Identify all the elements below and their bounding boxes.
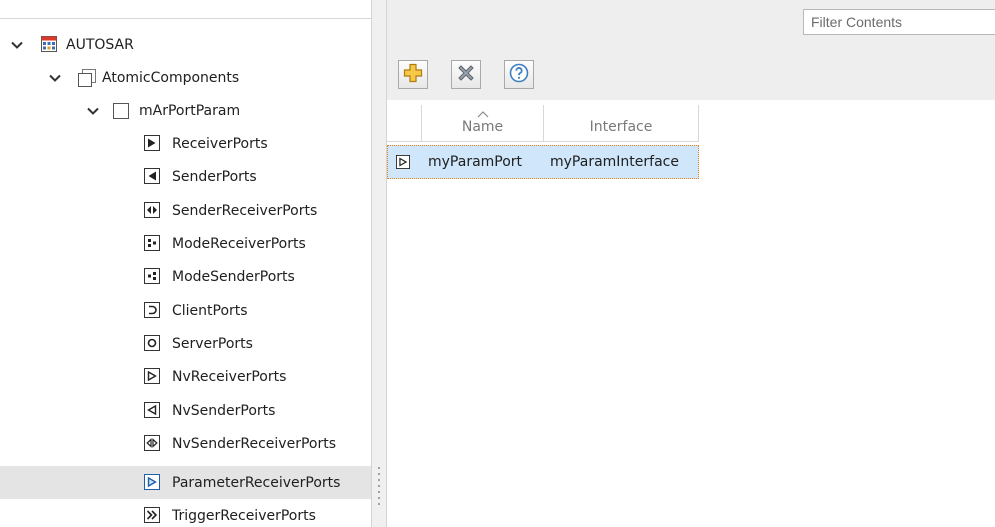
tree-item-label: SenderReceiverPorts bbox=[172, 202, 318, 219]
component-group-icon bbox=[78, 69, 96, 87]
tree-item-sender-ports[interactable]: SenderPorts bbox=[0, 160, 371, 193]
table-row[interactable]: myParamPort myParamInterface bbox=[387, 145, 699, 179]
content-pane: Name Interface myParamPort myParamInterf… bbox=[387, 0, 995, 527]
nv-receiver-port-icon bbox=[144, 368, 160, 384]
tree-item-mode-sender-ports[interactable]: ModeSenderPorts bbox=[0, 260, 371, 293]
tree-item-label: NvSenderReceiverPorts bbox=[172, 435, 337, 452]
chevron-down-icon[interactable] bbox=[48, 71, 62, 85]
nv-sender-receiver-port-icon bbox=[144, 435, 160, 451]
chevron-down-icon[interactable] bbox=[86, 104, 100, 118]
parameter-receiver-port-icon bbox=[396, 155, 410, 173]
delete-button[interactable] bbox=[451, 60, 481, 89]
autosar-package-icon bbox=[41, 36, 57, 52]
column-header-interface[interactable]: Interface bbox=[544, 105, 699, 141]
tree-item-nv-sender-receiver-ports[interactable]: NvSenderReceiverPorts bbox=[0, 427, 371, 460]
tree-item-nv-receiver-ports[interactable]: NvReceiverPorts bbox=[0, 360, 371, 393]
add-button[interactable] bbox=[398, 60, 428, 89]
component-icon bbox=[113, 103, 129, 119]
cell-port-name[interactable]: myParamPort bbox=[428, 154, 522, 170]
tree-item-nv-sender-ports[interactable]: NvSenderPorts bbox=[0, 394, 371, 427]
tree-header-strip bbox=[0, 0, 371, 19]
nv-sender-port-icon bbox=[144, 402, 160, 418]
ports-table: Name Interface myParamPort myParamInterf… bbox=[387, 100, 995, 527]
column-header-name[interactable]: Name bbox=[422, 105, 544, 141]
help-button[interactable] bbox=[504, 60, 534, 89]
tree-item-label: ModeReceiverPorts bbox=[172, 235, 306, 252]
splitter-grip[interactable] bbox=[378, 465, 380, 505]
filter-bar bbox=[387, 0, 995, 44]
parameter-receiver-port-icon bbox=[144, 474, 160, 490]
client-port-icon bbox=[144, 302, 160, 318]
tree-item-atomic-components[interactable]: AtomicComponents bbox=[0, 61, 371, 94]
trigger-receiver-port-icon bbox=[144, 507, 160, 523]
tree-item-label: ServerPorts bbox=[172, 335, 253, 352]
delete-icon bbox=[456, 63, 476, 87]
filter-contents-input[interactable] bbox=[803, 9, 995, 35]
tree-item-label: SenderPorts bbox=[172, 168, 257, 185]
table-header: Name Interface bbox=[387, 105, 699, 142]
tree-item-trigger-receiver-ports[interactable]: TriggerReceiverPorts bbox=[0, 499, 371, 527]
tree-item-label: ModeSenderPorts bbox=[172, 268, 295, 285]
tree-item-autosar[interactable]: AUTOSAR bbox=[0, 28, 371, 61]
mode-sender-port-icon bbox=[144, 268, 160, 284]
cell-interface[interactable]: myParamInterface bbox=[550, 154, 679, 170]
tree-item-marportparam[interactable]: mArPortParam bbox=[0, 94, 371, 127]
tree-item-parameter-receiver-ports[interactable]: ParameterReceiverPorts bbox=[0, 466, 371, 499]
tree-item-label: mArPortParam bbox=[139, 102, 241, 119]
sender-receiver-port-icon bbox=[144, 202, 160, 218]
toolbar bbox=[387, 44, 995, 100]
tree-item-label: AUTOSAR bbox=[66, 36, 134, 53]
tree-item-label: AtomicComponents bbox=[102, 69, 240, 86]
mode-receiver-port-icon bbox=[144, 235, 160, 251]
tree-item-label: ReceiverPorts bbox=[172, 135, 268, 152]
tree-item-label: NvReceiverPorts bbox=[172, 368, 287, 385]
tree-item-label: NvSenderPorts bbox=[172, 402, 276, 419]
tree-item-label: ClientPorts bbox=[172, 302, 248, 319]
receiver-port-icon bbox=[144, 135, 160, 151]
chevron-down-icon[interactable] bbox=[10, 38, 24, 52]
help-icon bbox=[509, 63, 529, 87]
server-port-icon bbox=[144, 335, 160, 351]
pane-splitter[interactable] bbox=[371, 0, 387, 527]
tree-item-label: TriggerReceiverPorts bbox=[172, 507, 316, 524]
tree-item-client-ports[interactable]: ClientPorts bbox=[0, 294, 371, 327]
tree-item-receiver-ports[interactable]: ReceiverPorts bbox=[0, 127, 371, 160]
column-header-icon bbox=[387, 105, 422, 141]
sender-port-icon bbox=[144, 168, 160, 184]
tree-item-label: ParameterReceiverPorts bbox=[172, 474, 341, 491]
tree-item-mode-receiver-ports[interactable]: ModeReceiverPorts bbox=[0, 227, 371, 260]
tree-pane: AUTOSAR AtomicComponents mArPortParam Re… bbox=[0, 0, 371, 527]
tree-item-sender-receiver-ports[interactable]: SenderReceiverPorts bbox=[0, 194, 371, 227]
add-icon bbox=[403, 63, 423, 87]
tree-item-server-ports[interactable]: ServerPorts bbox=[0, 327, 371, 360]
